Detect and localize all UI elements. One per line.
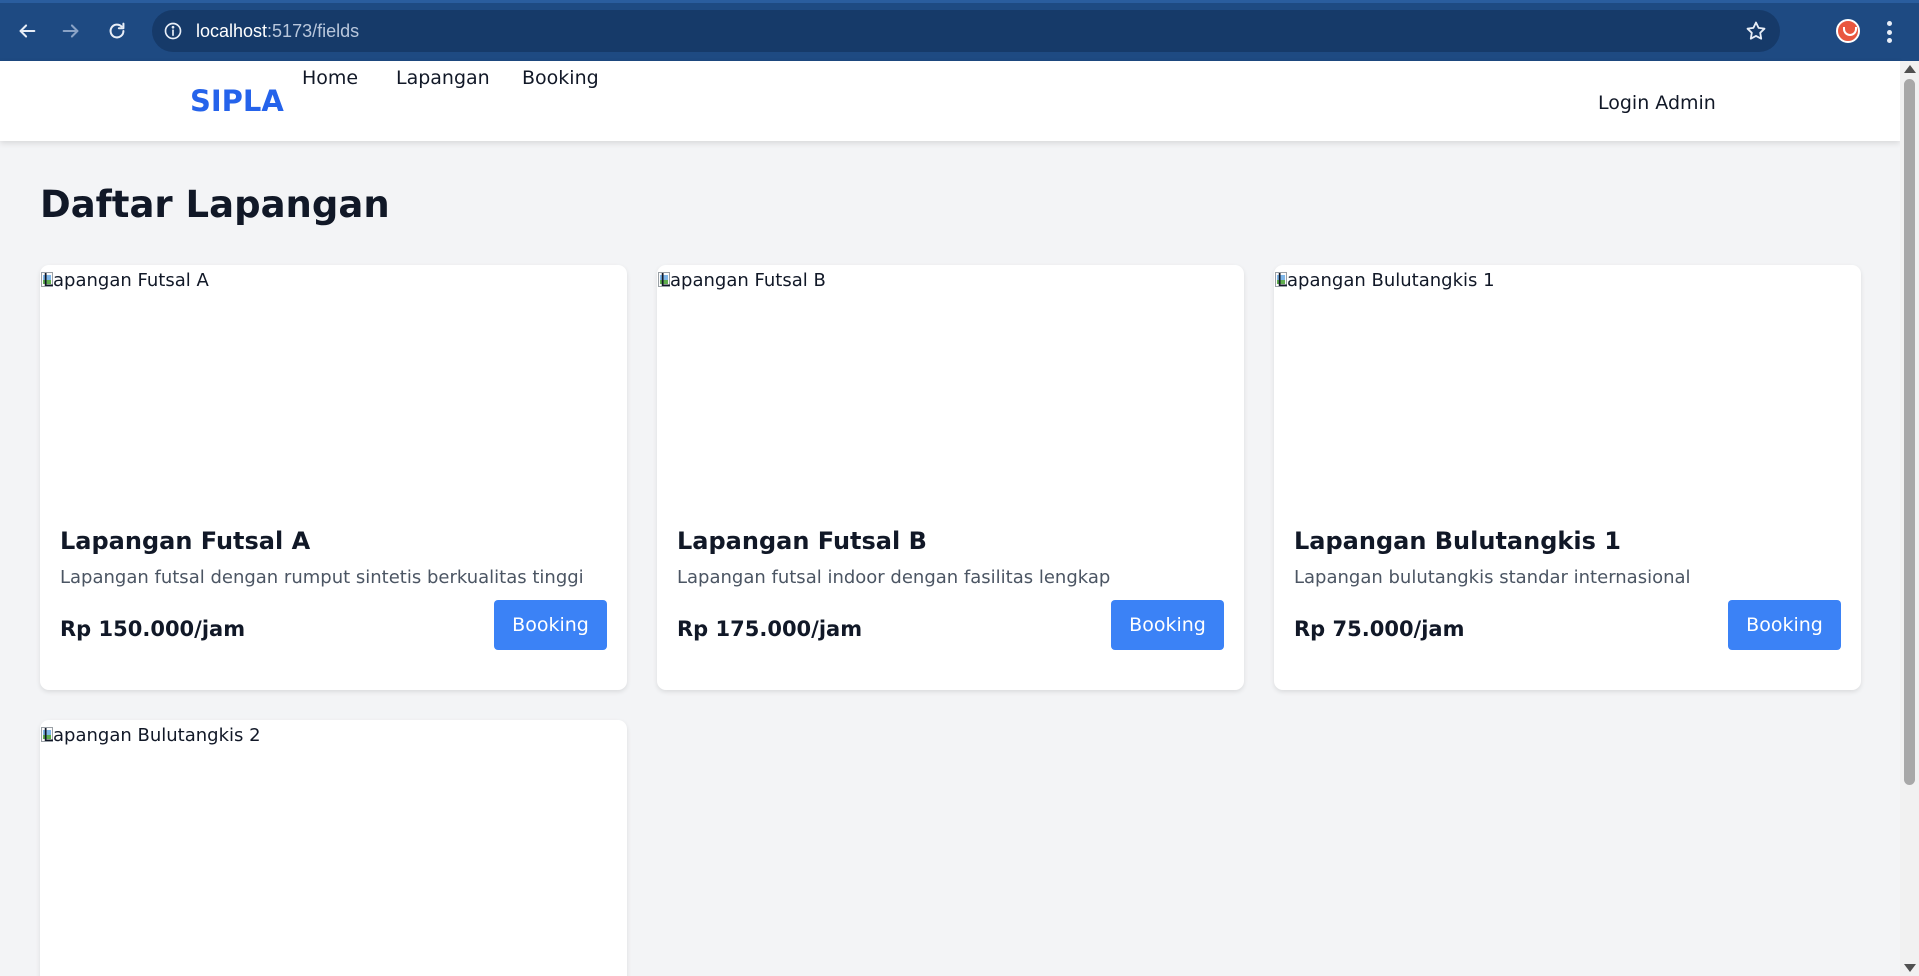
- field-name: Lapangan Bulutangkis 1: [1294, 527, 1621, 555]
- booking-button[interactable]: Booking: [1111, 600, 1224, 650]
- bookmark-star-icon[interactable]: [1744, 19, 1768, 43]
- field-price: Rp 75.000/jam: [1294, 617, 1465, 641]
- field-image-alt-text: Lapangan Bulutangkis 1: [1277, 270, 1495, 291]
- nav-link-home[interactable]: Home: [302, 65, 358, 91]
- url-text[interactable]: localhost:5173/fields: [196, 20, 359, 42]
- field-price: Rp 175.000/jam: [677, 617, 863, 641]
- browser-toolbar: localhost:5173/fields: [0, 0, 1919, 61]
- page-title: Daftar Lapangan: [40, 183, 390, 226]
- field-image-alt-text: Lapangan Bulutangkis 2: [43, 725, 261, 746]
- field-card: Lapangan Futsal B Lapangan Futsal B Lapa…: [657, 265, 1244, 690]
- forward-arrow-icon[interactable]: [52, 12, 90, 50]
- field-card: Lapangan Bulutangkis 2: [40, 720, 627, 976]
- field-image: Lapangan Bulutangkis 1: [1274, 265, 1861, 505]
- profile-avatar-icon[interactable]: [1836, 19, 1860, 43]
- reload-icon[interactable]: [98, 12, 136, 50]
- booking-button[interactable]: Booking: [494, 600, 607, 650]
- field-price: Rp 150.000/jam: [60, 617, 246, 641]
- login-admin-link[interactable]: Login Admin: [1598, 90, 1716, 116]
- scroll-down-arrow-icon[interactable]: [1904, 964, 1916, 972]
- nav-link-lapangan[interactable]: Lapangan: [396, 65, 490, 91]
- field-image-alt-text: Lapangan Futsal B: [660, 270, 826, 291]
- kebab-menu-icon[interactable]: [1884, 19, 1894, 45]
- field-description: Lapangan futsal indoor dengan fasilitas …: [677, 567, 1111, 588]
- back-arrow-icon[interactable]: [8, 12, 46, 50]
- field-name: Lapangan Futsal A: [60, 527, 311, 555]
- field-description: Lapangan futsal dengan rumput sintetis b…: [60, 567, 584, 588]
- url-path: :5173/fields: [267, 21, 360, 41]
- field-image: Lapangan Bulutangkis 2: [40, 720, 627, 960]
- nav-link-booking[interactable]: Booking: [522, 65, 599, 91]
- app-navbar: SIPLA Home Lapangan Booking Login Admin: [0, 61, 1900, 141]
- booking-button[interactable]: Booking: [1728, 600, 1841, 650]
- browser-tab-strip-edge: [0, 0, 1919, 3]
- field-name: Lapangan Futsal B: [677, 527, 927, 555]
- field-image: Lapangan Futsal B: [657, 265, 1244, 505]
- scroll-up-arrow-icon[interactable]: [1904, 65, 1916, 73]
- page-scrollbar[interactable]: [1900, 61, 1919, 976]
- scrollbar-thumb[interactable]: [1904, 79, 1915, 785]
- field-description: Lapangan bulutangkis standar internasion…: [1294, 567, 1691, 588]
- field-card: Lapangan Bulutangkis 1 Lapangan Bulutang…: [1274, 265, 1861, 690]
- field-card: Lapangan Futsal A Lapangan Futsal A Lapa…: [40, 265, 627, 690]
- brand-logo[interactable]: SIPLA: [190, 83, 284, 119]
- field-image: Lapangan Futsal A: [40, 265, 627, 505]
- url-host: localhost: [196, 21, 268, 41]
- field-image-alt-text: Lapangan Futsal A: [43, 270, 209, 291]
- address-bar[interactable]: localhost:5173/fields: [152, 10, 1780, 52]
- site-info-icon[interactable]: [162, 20, 184, 42]
